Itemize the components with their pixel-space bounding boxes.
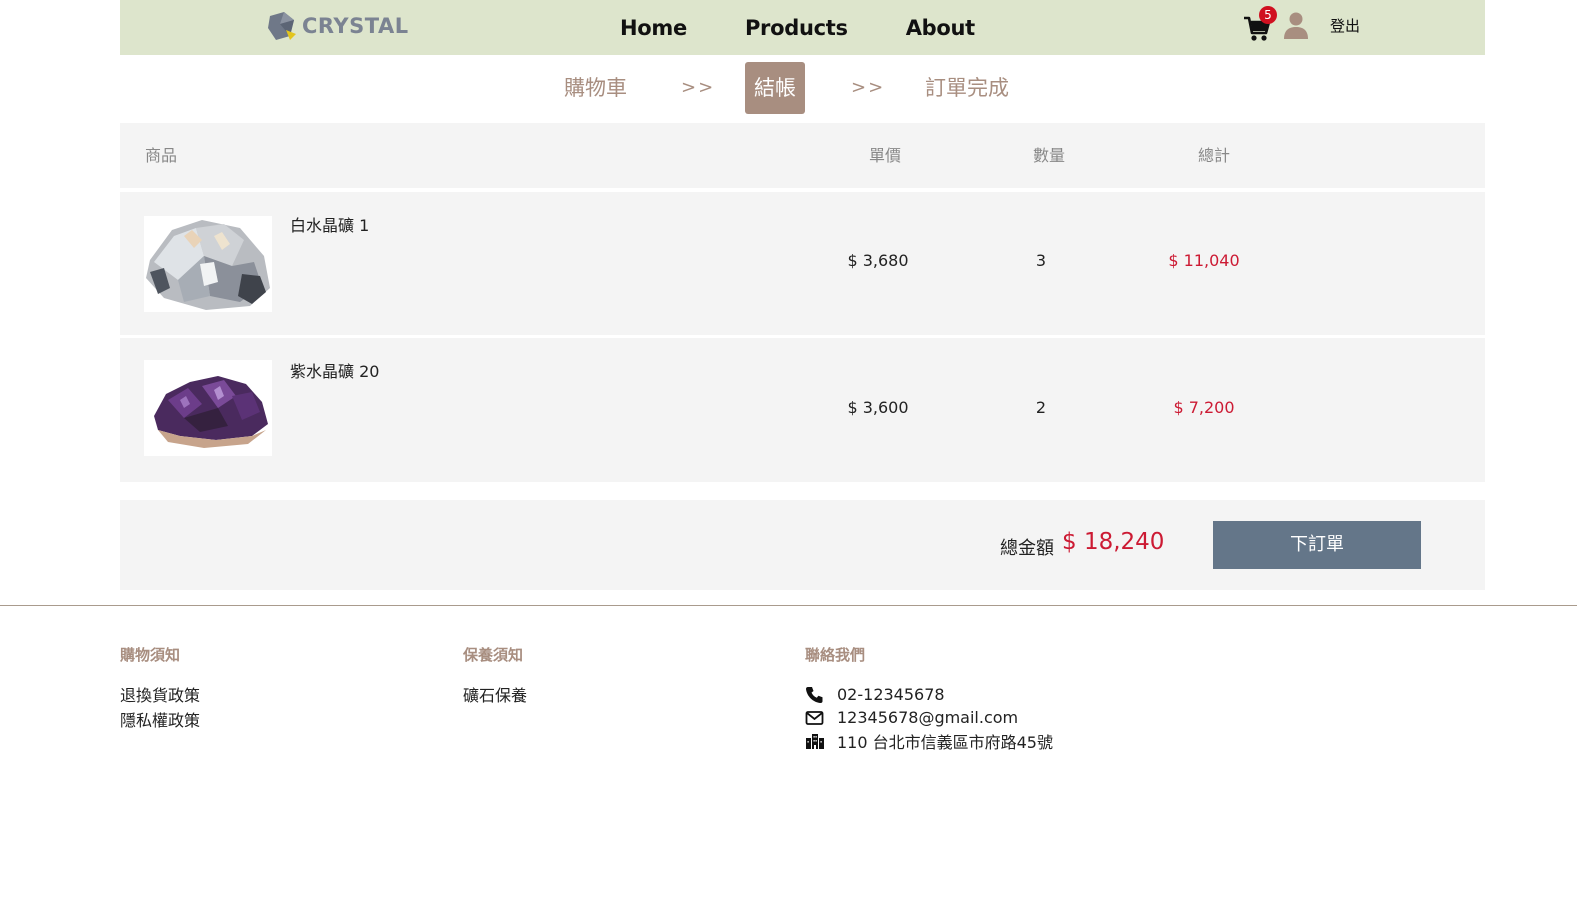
building-icon	[806, 733, 824, 749]
row-subtotal: $ 7,200	[1173, 398, 1235, 417]
product-image-amethyst[interactable]	[144, 360, 272, 456]
footer-shopping-info: 購物須知 退換貨政策 隱私權政策	[120, 644, 200, 733]
cart-count-badge: 5	[1259, 6, 1277, 24]
header-product: 商品	[145, 146, 178, 165]
footer-heading: 聯絡我們	[805, 646, 866, 664]
product-name[interactable]: 紫水晶礦 20	[290, 358, 379, 382]
footer-heading: 保養須知	[463, 646, 524, 664]
phone-number[interactable]: 02-12345678	[837, 685, 945, 704]
total-value: $ 18,240	[1062, 529, 1165, 555]
row-subtotal: $ 11,040	[1168, 251, 1240, 270]
step-complete: 訂單完成	[925, 76, 1009, 100]
total-label: 總金額	[1000, 538, 1054, 559]
amethyst-image	[154, 376, 268, 448]
main-nav: Home Products About	[620, 0, 1033, 55]
step-arrow: >>	[681, 77, 716, 98]
user-icon[interactable]	[1284, 11, 1308, 39]
step-cart[interactable]: 購物車	[564, 62, 627, 114]
contact-address: 110 台北市信義區市府路45號	[805, 729, 1053, 752]
nav-about[interactable]: About	[906, 16, 976, 40]
unit-price: $ 3,680	[847, 251, 909, 270]
footer-heading: 購物須知	[120, 646, 181, 664]
phone-icon	[806, 686, 823, 703]
header-unit-price: 單價	[869, 146, 902, 165]
logo[interactable]: CRYSTAL	[266, 8, 409, 44]
clear-quartz-image	[146, 220, 270, 310]
unit-price: $ 3,600	[847, 398, 909, 417]
checkout-steps: 購物車 >> 結帳 >> 訂單完成	[0, 62, 1577, 114]
footer-care-info: 保養須知 礦石保養	[463, 644, 527, 708]
product-name[interactable]: 白水晶礦 1	[290, 212, 369, 236]
footer-divider	[0, 605, 1577, 606]
step-checkout: 結帳	[745, 62, 805, 114]
quantity: 3	[1035, 251, 1047, 270]
envelope-icon	[805, 710, 824, 725]
logout-link[interactable]: 登出	[1330, 15, 1360, 36]
stone-care-link[interactable]: 礦石保養	[463, 683, 527, 708]
step-arrow: >>	[851, 77, 886, 98]
privacy-policy-link[interactable]: 隱私權政策	[120, 708, 200, 733]
email-address[interactable]: 12345678@gmail.com	[837, 708, 1018, 727]
nav-home[interactable]: Home	[620, 16, 687, 40]
place-order-button[interactable]: 下訂單	[1213, 521, 1421, 569]
quantity: 2	[1035, 398, 1047, 417]
order-summary: 總金額 $ 18,240 下訂單	[120, 500, 1485, 590]
site-header: CRYSTAL Home Products About 5 登出	[120, 0, 1485, 55]
product-image-clear-quartz[interactable]	[144, 216, 272, 312]
logo-text: CRYSTAL	[302, 14, 409, 38]
street-address: 110 台北市信義區市府路45號	[837, 732, 1053, 752]
return-policy-link[interactable]: 退換貨政策	[120, 683, 200, 708]
header-quantity: 數量	[1033, 146, 1066, 165]
cart-button[interactable]: 5	[1243, 6, 1277, 42]
contact-email: 12345678@gmail.com	[805, 706, 1053, 729]
table-row: 白水晶礦 1 $ 3,680 3 $ 11,040	[120, 192, 1485, 335]
crystal-logo-icon	[268, 12, 296, 40]
table-row: 紫水晶礦 20 $ 3,600 2 $ 7,200	[120, 338, 1485, 482]
contact-phone: 02-12345678	[805, 683, 1053, 706]
cart-table-header: 商品 單價 數量 總計	[120, 123, 1485, 188]
nav-products[interactable]: Products	[745, 16, 848, 40]
header-subtotal: 總計	[1198, 146, 1231, 165]
footer-contact: 聯絡我們 02-12345678 12345678@gmail.com 110 …	[805, 644, 1053, 752]
